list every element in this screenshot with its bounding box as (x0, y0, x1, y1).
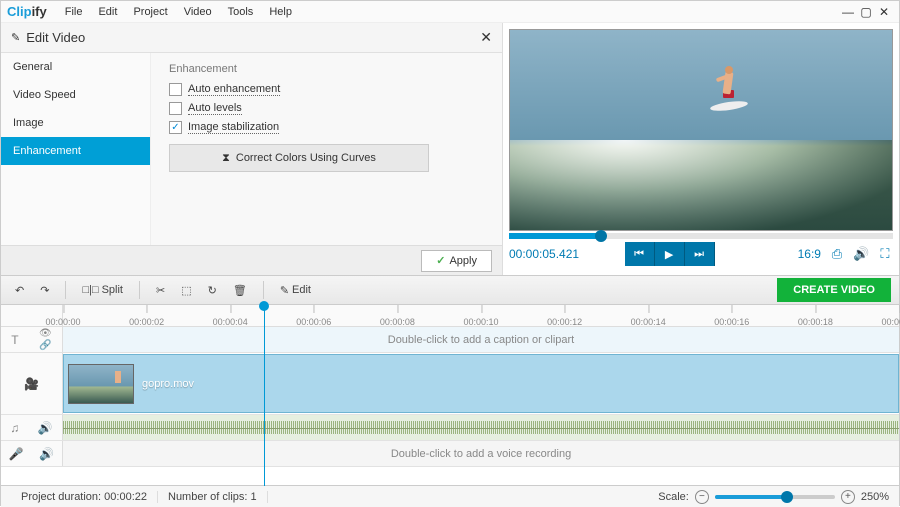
next-frame-button[interactable]: ⏭ (685, 242, 715, 266)
edit-tabs: General Video Speed Image Enhancement (1, 53, 151, 245)
edit-video-title: Edit Video (26, 30, 85, 45)
tick: 00:00:08 (380, 317, 415, 327)
video-icon: 🎥 (24, 377, 39, 391)
clip-thumbnail (68, 364, 134, 404)
zoom-slider[interactable] (715, 495, 835, 499)
split-button[interactable]: □|□ Split (76, 282, 129, 298)
aspect-ratio: 16:9 (798, 247, 821, 261)
redo-button[interactable]: ↷ (34, 282, 55, 299)
scale-label: Scale: (658, 491, 689, 503)
close-panel-button[interactable]: ✕ (480, 29, 492, 46)
text-icon[interactable]: T (11, 333, 18, 347)
label-auto-levels: Auto levels (188, 102, 242, 115)
link-icon[interactable]: 🔗 (39, 340, 52, 351)
tick: 00:00:18 (798, 317, 833, 327)
label-auto-enhancement: Auto enhancement (188, 83, 280, 96)
enhancement-content: Enhancement Auto enhancement Auto levels… (151, 53, 502, 245)
voice-track[interactable]: Double-click to add a voice recording (63, 441, 899, 466)
delete-button[interactable]: 🗑 (227, 282, 253, 299)
video-clip[interactable]: gopro.mov (63, 354, 899, 413)
maximize-button[interactable]: ▢ (857, 5, 875, 19)
create-video-button[interactable]: CREATE VIDEO (777, 278, 891, 302)
clips-label: Number of clips: (168, 491, 247, 503)
zoom-out-button[interactable]: − (695, 490, 709, 504)
video-preview[interactable] (509, 29, 893, 231)
menu-tools[interactable]: Tools (220, 4, 262, 20)
cut-button[interactable]: ✂ (150, 282, 171, 299)
eye-icon[interactable]: 👁 (39, 328, 52, 339)
duration-value: 00:00:22 (104, 491, 147, 503)
checkbox-image-stabilization[interactable] (169, 121, 182, 134)
crop-button[interactable]: ⬚ (175, 282, 197, 299)
timecode: 00:00:05.421 (509, 247, 579, 261)
voice-volume-icon[interactable]: 🔊 (39, 447, 54, 461)
video-track[interactable]: gopro.mov (63, 353, 899, 414)
music-icon: ♫ (10, 421, 19, 435)
ruler[interactable]: 00:00:0000:00:0200:00:0400:00:0600:00:08… (63, 305, 899, 326)
preview-progress[interactable] (509, 233, 893, 239)
statusbar: Project duration: 00:00:22 Number of cli… (1, 485, 899, 507)
voice-track-head: 🎤 🔊 (1, 441, 63, 466)
undo-button[interactable]: ↶ (9, 282, 30, 299)
tick: 00:00:20 (881, 317, 900, 327)
curves-icon: ⧗ (222, 152, 230, 165)
menu-help[interactable]: Help (261, 4, 300, 20)
tab-video-speed[interactable]: Video Speed (1, 81, 150, 109)
menu-edit[interactable]: Edit (90, 4, 125, 20)
zoom-value: 250% (861, 491, 889, 503)
check-icon: ✓ (436, 254, 445, 267)
audio-track[interactable] (63, 415, 899, 440)
timeline-toolbar: ↶ ↷ □|□ Split ✂ ⬚ ↻ 🗑 ✎ Edit CREATE VIDE… (1, 275, 899, 305)
menu-video[interactable]: Video (176, 4, 220, 20)
duration-label: Project duration: (21, 491, 101, 503)
edit-icon: ✎ (11, 31, 20, 44)
volume-icon[interactable]: 🔊 (853, 246, 869, 262)
clip-name: gopro.mov (142, 378, 194, 390)
clips-value: 1 (251, 491, 257, 503)
tick: 00:00:10 (463, 317, 498, 327)
timeline: 00:00:00 00:00:02 00:00:04 00:00:06 00:00:08… (1, 305, 899, 485)
track-volume-icon[interactable]: 🔊 (38, 421, 53, 435)
minimize-button[interactable]: — (839, 5, 857, 19)
tick: 00:00:02 (129, 317, 164, 327)
prev-frame-button[interactable]: ⏮ (625, 242, 655, 266)
audio-track-head: ♫ 🔊 (1, 415, 63, 440)
tick: 00:00:06 (296, 317, 331, 327)
close-window-button[interactable]: ✕ (875, 5, 893, 19)
zoom-in-button[interactable]: + (841, 490, 855, 504)
menubar: Clipify File Edit Project Video Tools He… (1, 1, 899, 23)
tick: 00:00:12 (547, 317, 582, 327)
apply-button[interactable]: ✓ Apply (421, 250, 492, 272)
correct-colors-label: Correct Colors Using Curves (236, 152, 376, 164)
checkbox-auto-levels[interactable] (169, 102, 182, 115)
rotate-button[interactable]: ↻ (202, 282, 223, 299)
menu-project[interactable]: Project (125, 4, 175, 20)
edit-clip-button[interactable]: ✎ Edit (274, 282, 317, 299)
menu-file[interactable]: File (57, 4, 91, 20)
edit-video-panel: ✎ Edit Video ✕ General Video Speed Image… (1, 23, 503, 275)
tab-general[interactable]: General (1, 53, 150, 81)
play-button[interactable]: ▶ (655, 242, 685, 266)
caption-track-head: T 👁🔗 (1, 327, 63, 352)
apply-label: Apply (449, 255, 477, 267)
checkbox-auto-enhancement[interactable] (169, 83, 182, 96)
tick: 00:00:16 (714, 317, 749, 327)
tab-image[interactable]: Image (1, 109, 150, 137)
camera-icon[interactable]: ⎙ (829, 246, 845, 262)
tab-enhancement[interactable]: Enhancement (1, 137, 150, 165)
mic-icon: 🎤 (9, 447, 24, 461)
fullscreen-icon[interactable]: ⛶ (877, 246, 893, 262)
video-track-head: 🎥 (1, 353, 63, 414)
correct-colors-button[interactable]: ⧗ Correct Colors Using Curves (169, 144, 429, 172)
preview-panel: 00:00:05.421 ⏮ ▶ ⏭ 16:9 ⎙ 🔊 ⛶ (503, 23, 899, 275)
app-logo: Clipify (7, 4, 47, 19)
tick: 00:00:00 (45, 317, 80, 327)
enhancement-section-label: Enhancement (169, 63, 484, 75)
tick: 00:00:04 (213, 317, 248, 327)
tick: 00:00:14 (631, 317, 666, 327)
label-image-stabilization: Image stabilization (188, 121, 279, 134)
caption-track[interactable]: Double-click to add a caption or clipart (63, 327, 899, 352)
